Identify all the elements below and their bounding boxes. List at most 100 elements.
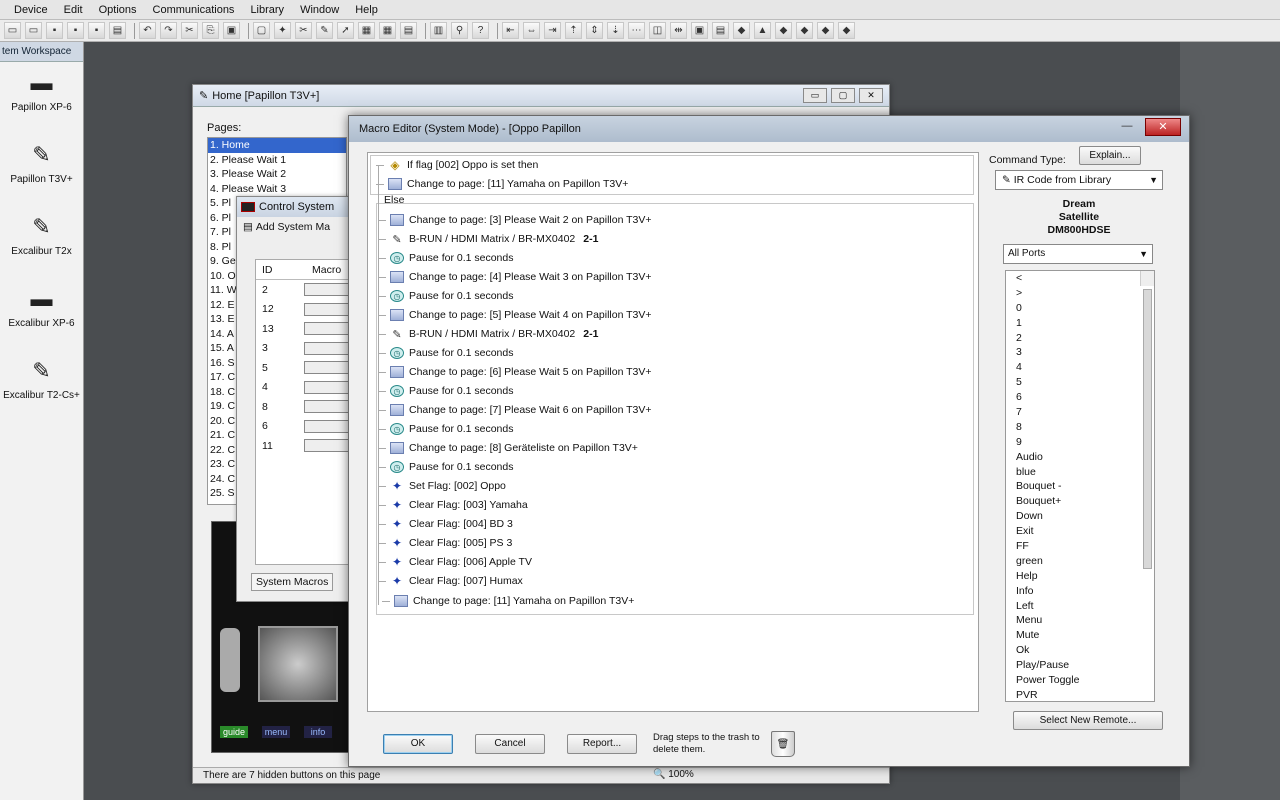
command-item[interactable]: Help [1011, 569, 1154, 584]
close-button[interactable]: ✕ [1145, 118, 1181, 136]
tree-step[interactable]: Change to page: [4] Please Wait 3 on Pap… [390, 268, 652, 286]
maximize-button[interactable]: ▢ [831, 88, 855, 103]
command-item[interactable]: Down [1011, 509, 1154, 524]
menu-edit[interactable]: Edit [64, 4, 83, 16]
list-item[interactable]: 4. Please Wait 3 [208, 182, 346, 197]
command-item[interactable]: 3 [1011, 345, 1154, 360]
list-item[interactable]: 2. Please Wait 1 [208, 153, 346, 168]
scroll-thumb[interactable] [1143, 289, 1152, 569]
table-row[interactable]: 6 [256, 417, 358, 437]
disk-icon[interactable]: ▪ [88, 22, 105, 39]
command-type-select[interactable]: ✎ IR Code from Library ▼ [995, 170, 1163, 190]
command-item[interactable]: 8 [1011, 420, 1154, 435]
tree-step[interactable]: Change to page: [7] Please Wait 6 on Pap… [390, 401, 652, 419]
menu-window[interactable]: Window [300, 4, 339, 16]
tree-step[interactable]: Change to page: [11] Yamaha on Papillon … [394, 592, 634, 610]
scissor-icon[interactable]: ✂ [295, 22, 312, 39]
arrow-up-icon[interactable]: ◆ [775, 22, 792, 39]
tree-step[interactable]: ✦ Clear Flag: [006] Apple TV [390, 553, 532, 571]
ungroup-icon[interactable]: ▤ [712, 22, 729, 39]
command-item[interactable]: Ok [1011, 643, 1154, 658]
trash-icon[interactable]: 🗑 [771, 731, 795, 757]
align-right-icon[interactable]: ⇥ [544, 22, 561, 39]
tree-step[interactable]: ◈ If flag [002] Oppo is set then [388, 156, 538, 174]
ports-select[interactable]: All Ports ▼ [1003, 244, 1153, 264]
arrow-left-icon[interactable]: ◆ [817, 22, 834, 39]
order-icon[interactable]: ▲ [754, 22, 771, 39]
tree-step[interactable]: ◷ Pause for 0.1 seconds [390, 458, 513, 476]
workspace-device[interactable]: ▬ Papillon XP-6 [0, 62, 83, 134]
list-item[interactable]: 1. Home [208, 138, 346, 153]
cancel-button[interactable]: Cancel [475, 734, 545, 754]
grid-icon[interactable]: ▦ [379, 22, 396, 39]
list-item[interactable]: 3. Please Wait 2 [208, 167, 346, 182]
table-row[interactable]: 12 [256, 300, 358, 320]
help-pointer-icon[interactable]: ? [472, 22, 489, 39]
table-row[interactable]: 4 [256, 378, 358, 398]
command-item[interactable]: 7 [1011, 405, 1154, 420]
control-system-titlebar[interactable]: Control System [237, 197, 357, 217]
minimize-button[interactable]: ▭ [803, 88, 827, 103]
tree-step[interactable]: ✦ Clear Flag: [004] BD 3 [390, 515, 513, 533]
command-item[interactable]: 4 [1011, 360, 1154, 375]
tree-step[interactable]: ✦ Set Flag: [002] Oppo [390, 477, 506, 495]
arrow-right-icon[interactable]: ◆ [838, 22, 855, 39]
paste-icon[interactable]: ▣ [223, 22, 240, 39]
command-item[interactable]: 1 [1011, 316, 1154, 331]
add-system-macro-button[interactable]: ▤ Add System Ma [237, 217, 357, 237]
cut-icon[interactable]: ✂ [181, 22, 198, 39]
select-new-remote-button[interactable]: Select New Remote... [1013, 711, 1163, 730]
tree-step[interactable]: ◷ Pause for 0.1 seconds [390, 287, 513, 305]
copy-icon[interactable]: ⎘ [202, 22, 219, 39]
align-top-icon[interactable]: ⇡ [565, 22, 582, 39]
macro-editor-titlebar[interactable]: Macro Editor (System Mode) - [Oppo Papil… [349, 116, 1189, 142]
workspace-device[interactable]: ✎ Excalibur T2x [0, 206, 83, 278]
arrow-down-icon[interactable]: ◆ [796, 22, 813, 39]
tree-step[interactable]: ◷ Pause for 0.1 seconds [390, 344, 513, 362]
command-item[interactable]: PVR [1011, 688, 1154, 701]
tree-step[interactable]: ✦ Clear Flag: [003] Yamaha [390, 496, 528, 514]
table-row[interactable]: 3 [256, 339, 358, 359]
tree-step[interactable]: ◷ Pause for 0.1 seconds [390, 382, 513, 400]
preview-dpad[interactable] [258, 626, 338, 702]
edit-icon[interactable]: ✎ [316, 22, 333, 39]
command-item[interactable]: Power Toggle [1011, 673, 1154, 688]
menu-library[interactable]: Library [250, 4, 284, 16]
workspace-device[interactable]: ▬ Excalibur XP-6 [0, 278, 83, 350]
save-all-icon[interactable]: ▪ [67, 22, 84, 39]
table-row[interactable]: 11 [256, 436, 358, 456]
close-button[interactable]: ✕ [859, 88, 883, 103]
tree-step[interactable]: ✦ Clear Flag: [007] Humax [390, 572, 523, 590]
tree-step[interactable]: Change to page: [11] Yamaha on Papillon … [388, 175, 628, 193]
tree-step[interactable]: ◷ Pause for 0.1 seconds [390, 249, 513, 267]
explain-button[interactable]: Explain... [1079, 146, 1141, 165]
command-item[interactable]: 0 [1011, 301, 1154, 316]
tree-step[interactable]: ✎ B-RUN / HDMI Matrix / BR-MX0402 2-1 [390, 325, 598, 343]
command-item[interactable]: 9 [1011, 435, 1154, 450]
command-item[interactable]: < [1011, 271, 1154, 286]
menu-help[interactable]: Help [355, 4, 378, 16]
command-item[interactable]: 2 [1011, 331, 1154, 346]
command-item[interactable]: Exit [1011, 524, 1154, 539]
align-left-icon[interactable]: ⇤ [502, 22, 519, 39]
align-center-icon[interactable]: ⇔ [523, 22, 540, 39]
ok-button[interactable]: OK [383, 734, 453, 754]
table-row[interactable]: 13 [256, 319, 358, 339]
tree-step[interactable]: Change to page: [3] Please Wait 2 on Pap… [390, 211, 652, 229]
undo-icon[interactable]: ↶ [139, 22, 156, 39]
workspace-device[interactable]: ✎ Papillon T3V+ [0, 134, 83, 206]
group-icon[interactable]: ▣ [691, 22, 708, 39]
save-icon[interactable]: ▪ [46, 22, 63, 39]
open-icon[interactable]: ▭ [4, 22, 21, 39]
lock-icon[interactable]: ◆ [733, 22, 750, 39]
preview-menu-button[interactable]: menu [262, 726, 290, 738]
table-row[interactable]: 5 [256, 358, 358, 378]
macro-steps-tree[interactable]: ◈ If flag [002] Oppo is set then Change to… [367, 152, 979, 712]
command-item[interactable]: > [1011, 286, 1154, 301]
minimize-button[interactable]: — [1117, 120, 1137, 134]
command-item[interactable]: Audio [1011, 450, 1154, 465]
command-item[interactable]: Bouquet+ [1011, 494, 1154, 509]
tree-step[interactable]: Change to page: [6] Please Wait 5 on Pap… [390, 363, 652, 381]
folder-icon[interactable]: ▭ [25, 22, 42, 39]
align-middle-icon[interactable]: ⇕ [586, 22, 603, 39]
